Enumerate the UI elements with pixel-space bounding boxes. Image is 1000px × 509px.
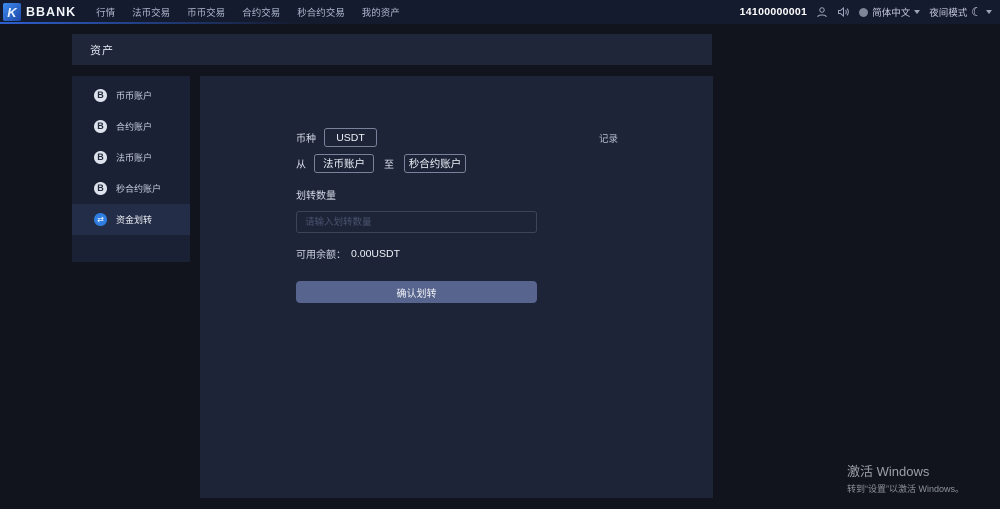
nav-item-my-assets[interactable]: 我的资产	[362, 5, 400, 19]
coin-icon: B	[94, 151, 107, 164]
sidebar-item-contract-account[interactable]: B 合约账户	[72, 111, 190, 142]
moon-icon: ☾	[971, 6, 982, 18]
nav-item-market[interactable]: 行情	[96, 5, 115, 19]
currency-row: 币种 USDT 记录	[296, 128, 716, 147]
transfer-icon: ⇄	[94, 213, 107, 226]
windows-activation-watermark: 激活 Windows 转到“设置”以激活 Windows。	[847, 461, 964, 495]
nav-item-spot-trade[interactable]: 币币交易	[187, 5, 225, 19]
currency-label: 币种	[296, 130, 316, 145]
sidebar: B 币币账户 B 合约账户 B 法币账户 B 秒合约账户 ⇄ 资金划转	[72, 76, 190, 262]
balance-label: 可用余额：	[296, 246, 346, 261]
coin-icon: B	[94, 89, 107, 102]
record-link[interactable]: 记录	[599, 131, 618, 145]
coin-icon: B	[94, 120, 107, 133]
from-label: 从	[296, 156, 306, 171]
chevron-down-icon	[986, 10, 992, 14]
to-label: 至	[384, 156, 394, 171]
sidebar-item-second-contract-account[interactable]: B 秒合约账户	[72, 173, 190, 204]
nav-menu: 行情 法币交易 币币交易 合约交易 秒合约交易 我的资产	[96, 5, 400, 19]
transfer-panel: 币种 USDT 记录 从 法币账户 至 秒合约账户 划转数量 可用余额： 0.0…	[200, 76, 713, 498]
page-title-bar: 资产	[72, 34, 712, 65]
sidebar-item-label: 秒合约账户	[116, 182, 161, 195]
currency-select[interactable]: USDT	[324, 128, 377, 147]
logo[interactable]: K BBANK	[3, 3, 76, 21]
nav-item-fiat-trade[interactable]: 法币交易	[132, 5, 170, 19]
balance-value: 0.00USDT	[351, 248, 400, 260]
sidebar-item-label: 币币账户	[116, 89, 152, 102]
sidebar-item-label: 法币账户	[116, 151, 152, 164]
amount-label: 划转数量	[296, 187, 716, 202]
coin-icon: B	[94, 182, 107, 195]
user-icon[interactable]	[816, 6, 828, 18]
globe-icon	[859, 8, 868, 17]
watermark-subtitle: 转到“设置”以激活 Windows。	[847, 482, 964, 495]
account-number: 14100000001	[740, 6, 808, 18]
confirm-transfer-button[interactable]: 确认划转	[296, 281, 537, 303]
theme-mode-selector[interactable]: 夜间模式 ☾	[929, 5, 992, 19]
from-to-row: 从 法币账户 至 秒合约账户	[296, 154, 716, 173]
chevron-down-icon	[914, 10, 920, 14]
theme-mode-label: 夜间模式	[929, 5, 967, 19]
nav-item-second-contract-trade[interactable]: 秒合约交易	[297, 5, 345, 19]
top-navigation-bar: K BBANK 行情 法币交易 币币交易 合约交易 秒合约交易 我的资产 141…	[0, 0, 1000, 24]
watermark-title: 激活 Windows	[847, 461, 964, 480]
language-label: 简体中文	[872, 5, 910, 19]
to-account-select[interactable]: 秒合约账户	[404, 154, 466, 173]
sidebar-item-fund-transfer[interactable]: ⇄ 资金划转	[72, 204, 190, 235]
page-title: 资产	[90, 42, 114, 58]
logo-text: BBANK	[26, 5, 76, 19]
transfer-form: 币种 USDT 记录 从 法币账户 至 秒合约账户 划转数量 可用余额： 0.0…	[296, 128, 716, 303]
sidebar-item-spot-account[interactable]: B 币币账户	[72, 80, 190, 111]
logo-k-icon: K	[3, 3, 21, 21]
sidebar-item-label: 合约账户	[116, 120, 152, 133]
sidebar-item-label: 资金划转	[116, 213, 152, 226]
speaker-icon[interactable]	[837, 6, 850, 18]
from-account-select[interactable]: 法币账户	[314, 154, 374, 173]
nav-item-contract-trade[interactable]: 合约交易	[242, 5, 280, 19]
amount-input[interactable]	[296, 211, 537, 233]
nav-right-group: 14100000001 简体中文 夜间模式 ☾	[740, 5, 992, 19]
language-selector[interactable]: 简体中文	[859, 5, 920, 19]
balance-row: 可用余额： 0.00USDT	[296, 246, 716, 261]
sidebar-item-fiat-account[interactable]: B 法币账户	[72, 142, 190, 173]
